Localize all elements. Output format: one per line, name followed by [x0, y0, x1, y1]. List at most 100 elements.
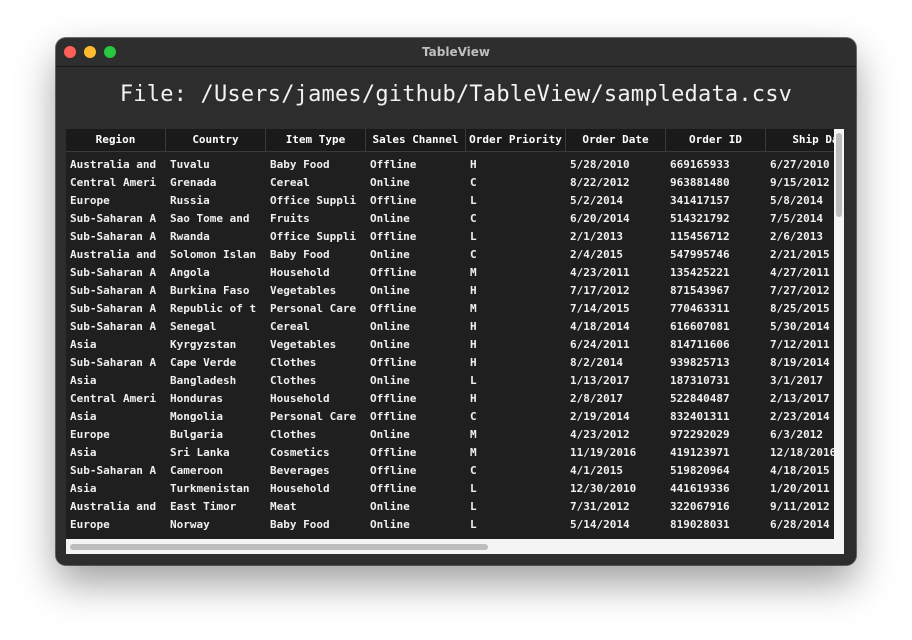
table-row[interactable]: Asia Bangladesh Clothes Online L 1/13/2017 187… [66, 372, 834, 390]
table-row[interactable]: Sub-Saharan A Republic of t Personal Care O… [66, 300, 834, 318]
table-cell[interactable]: Solomon Islan [166, 246, 268, 264]
table-cell[interactable]: Offline [366, 408, 468, 426]
table-cell[interactable]: 12/30/2010 [566, 480, 668, 498]
table-cell[interactable]: Online [366, 210, 468, 228]
table-cell[interactable]: Vegetables [266, 282, 368, 300]
table-row[interactable]: Asia Kyrgyzstan Vegetables Online H 6/24/2011… [66, 336, 834, 354]
table-cell[interactable]: Sao Tome and [166, 210, 268, 228]
title-bar[interactable]: TableView [56, 38, 856, 67]
table-cell[interactable]: Sub-Saharan A [66, 462, 168, 480]
table-cell[interactable]: 6/27/2010 [766, 156, 834, 174]
table-cell[interactable]: 819028031 [666, 516, 768, 534]
table-cell[interactable]: Household [266, 264, 368, 282]
table-cell[interactable]: Cameroon [166, 462, 268, 480]
table-cell[interactable]: 2/8/2017 [566, 390, 668, 408]
table-cell[interactable]: L [466, 192, 568, 210]
table-cell[interactable]: Asia [66, 336, 168, 354]
table-cell[interactable]: Tuvalu [166, 156, 268, 174]
table-cell[interactable]: 1/13/2017 [566, 372, 668, 390]
table-cell[interactable]: M [466, 264, 568, 282]
table-cell[interactable]: Household [266, 480, 368, 498]
table-cell[interactable]: Senegal [166, 318, 268, 336]
table-cell[interactable]: M [466, 426, 568, 444]
table-cell[interactable]: Baby Food [266, 246, 368, 264]
table-cell[interactable]: Clothes [266, 426, 368, 444]
table-cell[interactable]: Asia [66, 480, 168, 498]
table-row[interactable]: Sub-Saharan A Cape Verde Clothes Offline H 8/… [66, 354, 834, 372]
table-cell[interactable]: Sub-Saharan A [66, 264, 168, 282]
table-cell[interactable]: Sub-Saharan A [66, 354, 168, 372]
table-cell[interactable]: L [466, 480, 568, 498]
table-cell[interactable]: 4/18/2015 [766, 462, 834, 480]
table-cell[interactable]: Online [366, 426, 468, 444]
table-cell[interactable]: 547995746 [666, 246, 768, 264]
table-cell[interactable]: Mongolia [166, 408, 268, 426]
table-cell[interactable]: Offline [366, 354, 468, 372]
table-cell[interactable]: Australia and [66, 156, 168, 174]
table-cell[interactable]: Offline [366, 444, 468, 462]
table-cell[interactable]: Household [266, 390, 368, 408]
table-cell[interactable]: 11/19/2016 [566, 444, 668, 462]
column-header[interactable]: Ship Da [766, 129, 834, 151]
table-cell[interactable]: 770463311 [666, 300, 768, 318]
table-cell[interactable]: L [466, 498, 568, 516]
table-row[interactable]: Australia and Tuvalu Baby Food Offline H 5/28… [66, 156, 834, 174]
table-row[interactable]: Central Ameri Honduras Household Offline H 2/… [66, 390, 834, 408]
table-cell[interactable]: 7/12/2011 [766, 336, 834, 354]
table-cell[interactable]: 939825713 [666, 354, 768, 372]
table-cell[interactable]: 441619336 [666, 480, 768, 498]
table-cell[interactable]: L [466, 516, 568, 534]
table-cell[interactable]: 2/1/2013 [566, 228, 668, 246]
table-cell[interactable]: 7/27/2012 [766, 282, 834, 300]
table-cell[interactable]: Online [366, 318, 468, 336]
table-cell[interactable]: 616607081 [666, 318, 768, 336]
table-cell[interactable]: Sri Lanka [166, 444, 268, 462]
table-cell[interactable]: 4/18/2014 [566, 318, 668, 336]
table-cell[interactable]: Sub-Saharan A [66, 318, 168, 336]
column-header[interactable]: Country [166, 129, 266, 151]
table-cell[interactable]: 814711606 [666, 336, 768, 354]
table-cell[interactable]: Offline [366, 300, 468, 318]
table-cell[interactable]: Sub-Saharan A [66, 300, 168, 318]
table-cell[interactable]: Australia and [66, 498, 168, 516]
table-cell[interactable]: Central Ameri [66, 390, 168, 408]
table-cell[interactable]: Europe [66, 426, 168, 444]
horizontal-scroll-thumb[interactable] [70, 544, 488, 550]
table-cell[interactable]: Clothes [266, 372, 368, 390]
table-cell[interactable]: 2/4/2015 [566, 246, 668, 264]
table-cell[interactable]: 6/24/2011 [566, 336, 668, 354]
table-cell[interactable]: 2/19/2014 [566, 408, 668, 426]
table-cell[interactable]: 5/28/2010 [566, 156, 668, 174]
table-cell[interactable]: 4/23/2011 [566, 264, 668, 282]
table-cell[interactable]: Offline [366, 480, 468, 498]
table-row[interactable]: Australia and Solomon Islan Baby Food Onlin… [66, 246, 834, 264]
table-cell[interactable]: Europe [66, 192, 168, 210]
table-cell[interactable]: 2/6/2013 [766, 228, 834, 246]
table-row[interactable]: Sub-Saharan A Sao Tome and Fruits Online C 6/… [66, 210, 834, 228]
table-cell[interactable]: Sub-Saharan A [66, 228, 168, 246]
table-cell[interactable]: H [466, 390, 568, 408]
table-cell[interactable]: Asia [66, 444, 168, 462]
table-cell[interactable]: 7/31/2012 [566, 498, 668, 516]
table-cell[interactable]: Clothes [266, 354, 368, 372]
table-cell[interactable]: 871543967 [666, 282, 768, 300]
table-cell[interactable]: Turkmenistan [166, 480, 268, 498]
table-cell[interactable]: 341417157 [666, 192, 768, 210]
table-row[interactable]: Sub-Saharan A Angola Household Offline M 4/23… [66, 264, 834, 282]
table-cell[interactable]: Baby Food [266, 156, 368, 174]
table-cell[interactable]: Personal Care [266, 408, 368, 426]
table-row[interactable]: Europe Bulgaria Clothes Online M 4/23/2012 972… [66, 426, 834, 444]
table-cell[interactable]: Online [366, 372, 468, 390]
table-cell[interactable]: Asia [66, 408, 168, 426]
table-row[interactable]: Sub-Saharan A Senegal Cereal Online H 4/18/20… [66, 318, 834, 336]
table-cell[interactable]: Cereal [266, 318, 368, 336]
table-row[interactable]: Sub-Saharan A Burkina Faso Vegetables Onlin… [66, 282, 834, 300]
table-cell[interactable]: Australia and [66, 246, 168, 264]
column-header[interactable]: Region [66, 129, 166, 151]
table-cell[interactable]: Kyrgyzstan [166, 336, 268, 354]
table-cell[interactable]: 9/11/2012 [766, 498, 834, 516]
table-cell[interactable]: 7/5/2014 [766, 210, 834, 228]
table-cell[interactable]: Angola [166, 264, 268, 282]
table-cell[interactable]: 832401311 [666, 408, 768, 426]
table-cell[interactable]: 963881480 [666, 174, 768, 192]
